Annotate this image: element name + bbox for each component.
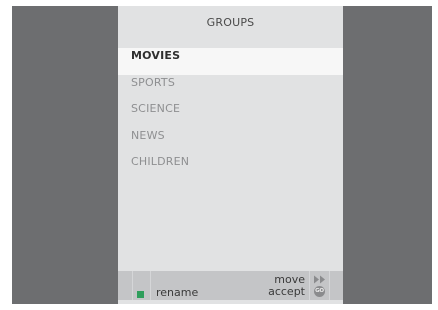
tv-screen: GROUPS MOVIES SPORTS SCIENCE NEWS CHILDR… (12, 6, 432, 304)
rename-action[interactable]: rename (156, 287, 198, 299)
go-button-icon[interactable]: GO (314, 286, 325, 297)
page-title: GROUPS (206, 16, 255, 29)
accept-action[interactable]: accept (268, 286, 305, 298)
group-item-children[interactable]: CHILDREN (118, 154, 343, 181)
group-item-movies[interactable]: MOVIES (118, 48, 343, 75)
group-item-sports[interactable]: SPORTS (118, 75, 343, 102)
footer-divider (150, 271, 151, 300)
footer-divider (132, 271, 133, 300)
group-item-news[interactable]: NEWS (118, 128, 343, 155)
group-list: MOVIES SPORTS SCIENCE NEWS CHILDREN (118, 48, 343, 181)
groups-menu-panel: GROUPS MOVIES SPORTS SCIENCE NEWS CHILDR… (118, 6, 343, 304)
action-footer: rename move accept GO (118, 271, 343, 300)
green-square-key-icon[interactable] (137, 291, 144, 298)
footer-divider (309, 271, 310, 300)
footer-divider (329, 271, 330, 300)
group-item-science[interactable]: SCIENCE (118, 101, 343, 128)
fast-forward-icon[interactable] (313, 275, 327, 284)
